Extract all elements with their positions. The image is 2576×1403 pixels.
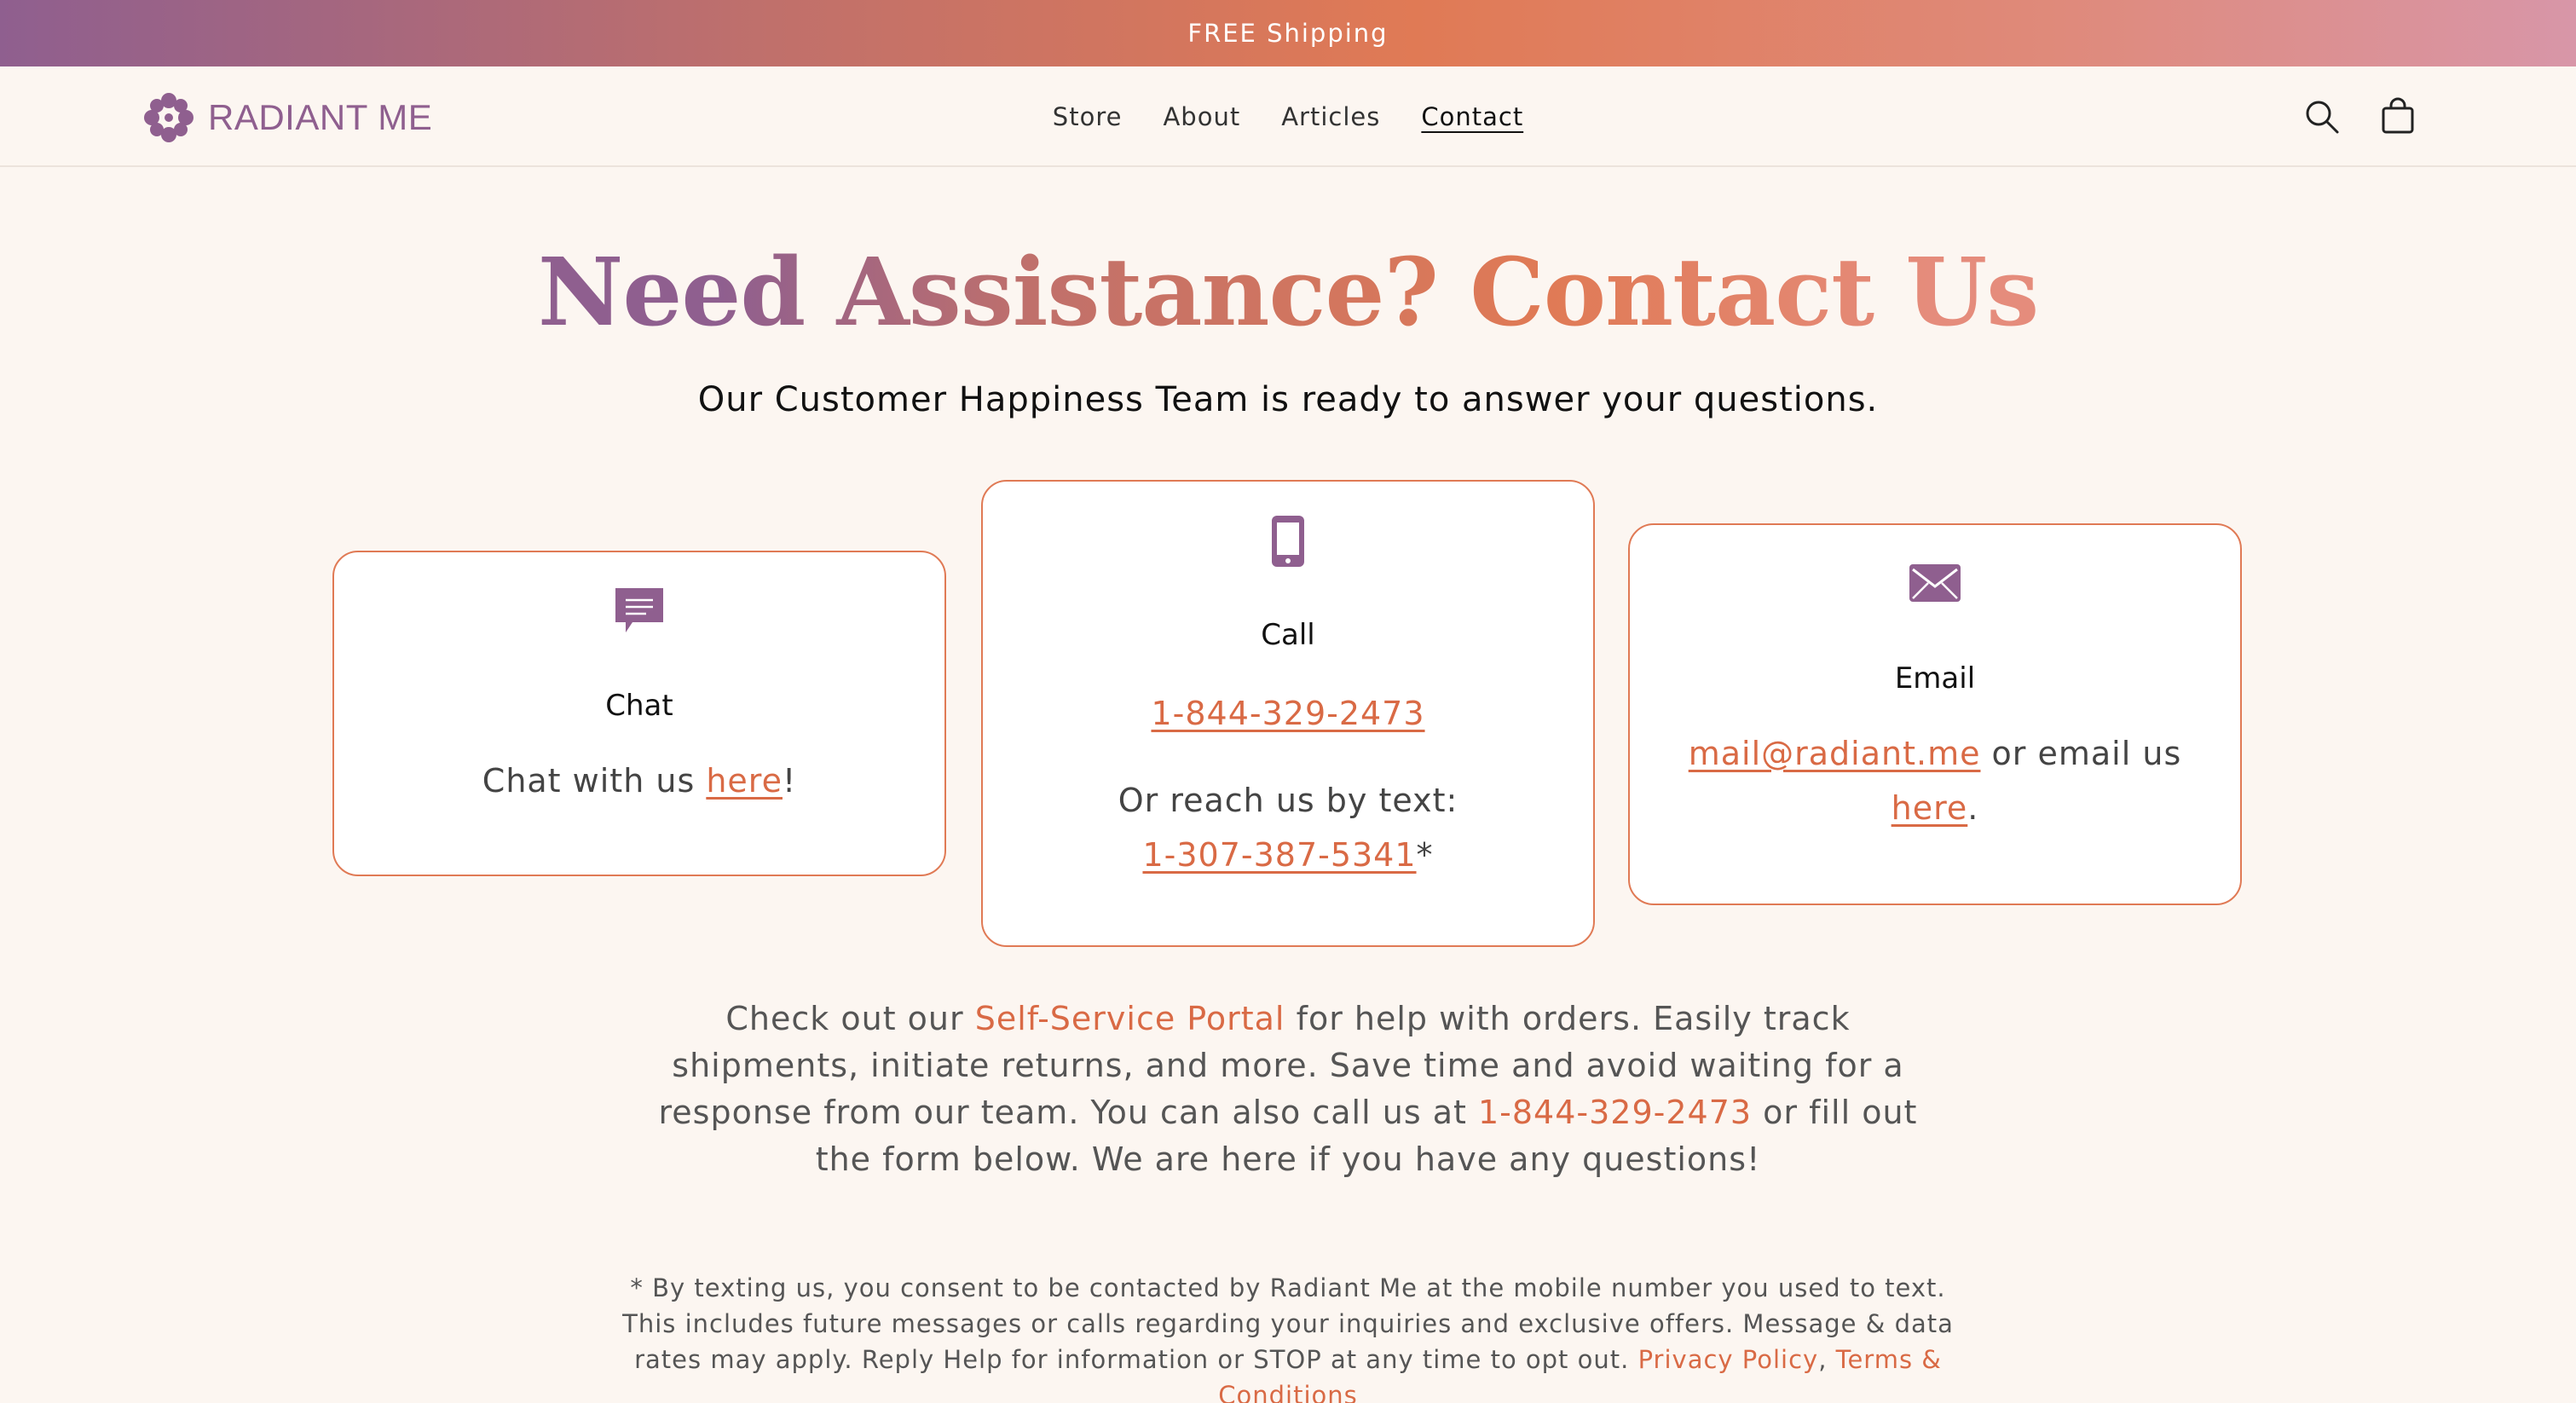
cart-icon[interactable] (2377, 96, 2418, 137)
email-title: Email (1894, 661, 1976, 696)
text-asterisk: * (1416, 836, 1434, 874)
chat-bubble-icon (615, 588, 663, 632)
email-middle-text: or email us (1980, 735, 2182, 772)
page-title: Need Assistance? Contact Us (0, 237, 2576, 347)
portal-phone-link[interactable]: 1-844-329-2473 (1478, 1094, 1752, 1131)
text-label: Or reach us by text: (1118, 782, 1458, 819)
envelope-icon (1909, 564, 1961, 602)
chat-here-link[interactable]: here (706, 762, 783, 800)
site-header: RADIANT ME Store About Articles Contact (0, 66, 2576, 167)
sms-disclaimer: * By texting us, you consent to be conta… (615, 1270, 1961, 1403)
portal-text-1: Check out our (725, 1000, 975, 1037)
call-title: Call (1261, 618, 1315, 652)
email-suffix: . (1967, 789, 1979, 827)
chat-text-after: ! (782, 762, 797, 800)
nav-contact[interactable]: Contact (1421, 102, 1523, 131)
mobile-phone-icon (1272, 516, 1304, 567)
call-phone-row: 1-844-329-2473 (1008, 686, 1568, 741)
text-number-row: 1-307-387-5341* (1008, 828, 1568, 882)
nav-articles[interactable]: Articles (1281, 102, 1380, 131)
email-card: Email mail@radiant.me or email us here. (1628, 523, 2242, 905)
disclaimer-separator: , (1818, 1345, 1836, 1374)
nav-about[interactable]: About (1163, 102, 1240, 131)
chat-text: Chat with us here! (360, 753, 919, 808)
privacy-policy-link[interactable]: Privacy Policy (1638, 1345, 1819, 1374)
call-phone-link[interactable]: 1-844-329-2473 (1151, 695, 1424, 732)
page-subtitle: Our Customer Happiness Team is ready to … (697, 380, 1879, 419)
announcement-text: FREE Shipping (1187, 19, 1389, 48)
nav-store[interactable]: Store (1053, 102, 1123, 131)
self-service-portal-link[interactable]: Self-Service Portal (975, 1000, 1285, 1037)
announcement-bar: FREE Shipping (0, 0, 2576, 66)
chat-title: Chat (605, 689, 673, 723)
email-text: mail@radiant.me or email us here. (1655, 726, 2215, 835)
search-icon[interactable] (2302, 96, 2342, 137)
text-phone-link[interactable]: 1-307-387-5341 (1142, 836, 1416, 874)
email-here-link[interactable]: here (1892, 789, 1968, 827)
email-address-link[interactable]: mail@radiant.me (1689, 735, 1981, 772)
chat-text-before: Chat with us (482, 762, 707, 800)
call-text-row: Or reach us by text: 1-307-387-5341* (1008, 773, 1568, 882)
chat-card: Chat Chat with us here! (332, 551, 946, 876)
main-nav: Store About Articles Contact (0, 66, 2576, 167)
self-service-paragraph: Check out our Self-Service Portal for he… (631, 996, 1945, 1183)
call-card: Call 1-844-329-2473 Or reach us by text:… (981, 480, 1595, 947)
